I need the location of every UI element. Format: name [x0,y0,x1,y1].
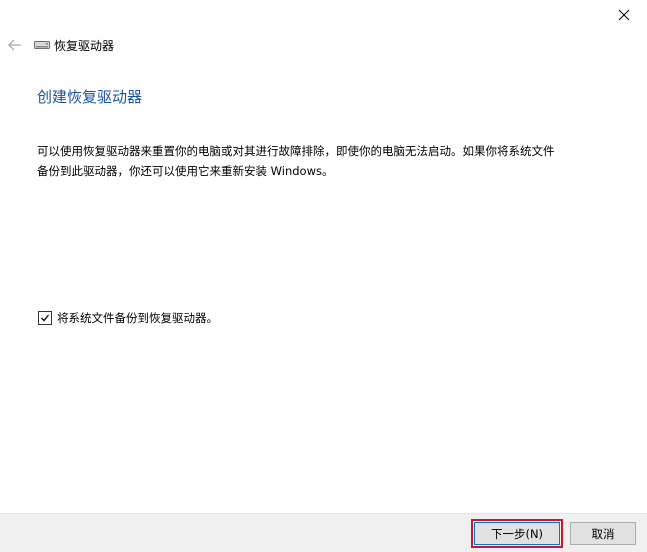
checkmark-icon [41,314,50,322]
backup-system-files-checkbox[interactable] [38,311,52,325]
window-title: 恢复驱动器 [54,38,115,53]
close-button[interactable] [601,0,647,30]
page-heading: 创建恢复驱动器 [37,88,143,106]
description-text: 可以使用恢复驱动器来重置你的电脑或对其进行故障排除，即使你的电脑无法启动。如果你… [37,144,555,178]
cancel-button[interactable]: 取消 [570,522,636,545]
next-button[interactable]: 下一步(N) [471,519,563,548]
back-button[interactable] [2,32,28,58]
backup-system-files-option[interactable]: 将系统文件备份到恢复驱动器。 [38,310,218,326]
recovery-drive-window: 恢复驱动器 创建恢复驱动器 可以使用恢复驱动器来重置你的电脑或对其进行故障排除，… [0,0,647,552]
wizard-footer: 下一步(N) 取消 [0,513,647,552]
back-arrow-icon [8,36,22,55]
drive-icon [34,37,50,53]
backup-system-files-label[interactable]: 将系统文件备份到恢复驱动器。 [57,310,218,326]
wizard-titlebar: 恢复驱动器 [0,32,600,58]
close-icon [618,6,630,25]
